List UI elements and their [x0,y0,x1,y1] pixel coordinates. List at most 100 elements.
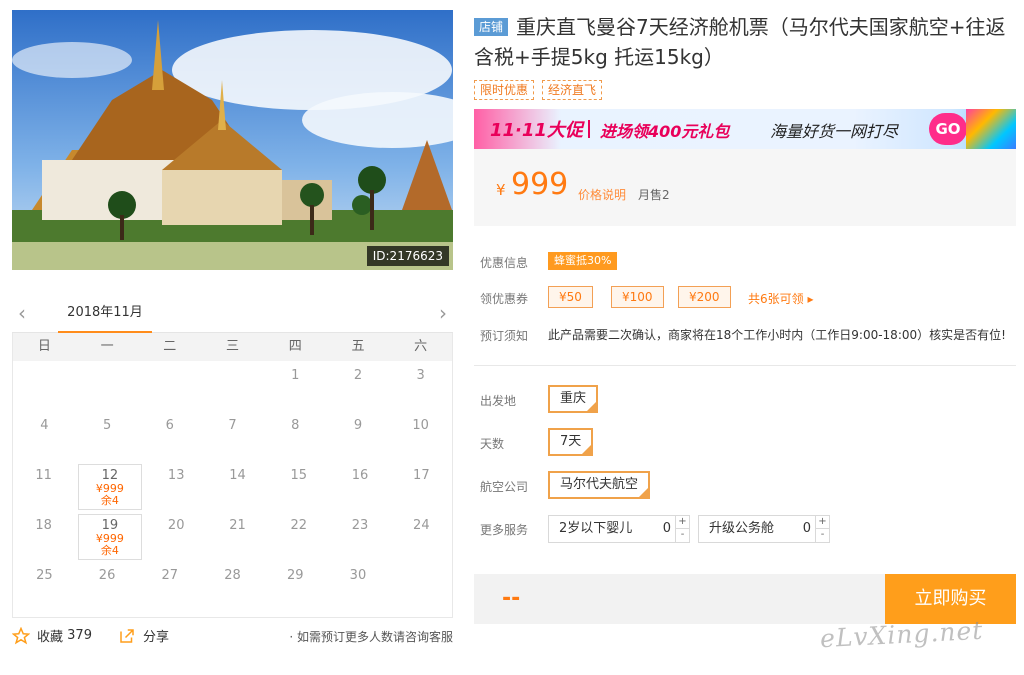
increment-button[interactable]: + [676,516,689,529]
next-month-icon[interactable]: › [439,301,447,325]
day-number: 12 [101,468,119,483]
day-number: 23 [351,518,369,533]
day-number: 8 [291,418,300,433]
calendar-day: 24 [391,511,452,561]
store-badge[interactable]: 店铺 [474,18,509,36]
calendar-day-available[interactable]: 12 ¥999 余4 [78,464,142,510]
departure-option[interactable]: 重庆 [548,385,599,413]
calendar-day: 20 [146,511,207,561]
day-number: 20 [167,518,185,533]
calendar-day: 30 [327,561,390,611]
share-icon [120,628,134,643]
total-price: -- [502,586,521,611]
service-quantity[interactable]: 0 [663,516,671,542]
calendar-day: 1 [264,361,327,411]
favorite-count: 379 [67,628,92,643]
decrement-button[interactable]: - [676,529,689,542]
calendar-day: 5 [76,411,139,461]
day-number: 4 [40,418,49,433]
contact-service-note[interactable]: · 如需预订更多人数请咨询客服 [289,628,453,645]
divider [474,365,1016,366]
day-number: 14 [229,468,246,483]
day-number: 13 [167,468,185,483]
banner-go-button[interactable]: GO [929,113,967,145]
day-number: 22 [290,518,308,533]
calendar-day [76,361,139,411]
booking-notice: 此产品需要二次确认，商家将在18个工作小时内（工作日9:00-18:00）核实是… [548,328,1006,342]
price-value: 999 [511,167,569,202]
favorite-button[interactable]: 收藏 379 [12,626,92,645]
calendar-day: 14 [207,461,268,511]
calendar-day [201,361,264,411]
day-number: 26 [98,568,116,583]
calendar-week: 4 5 6 7 8 9 10 [13,411,452,461]
purchase-bar: -- 立即购买 [474,574,1016,624]
increment-button[interactable]: + [816,516,829,529]
temple-image [12,10,453,270]
calendar-day [13,361,76,411]
product-tags: 限时优惠 经济直飞 [474,80,603,100]
airline-option[interactable]: 马尔代夫航空 [548,471,651,499]
calendar-day: 15 [268,461,329,511]
selected-check-icon [587,402,597,411]
calendar-day: 2 [327,361,390,411]
infant-service: 2岁以下婴儿 0 + - [548,515,690,543]
service-quantity[interactable]: 0 [803,516,811,542]
weekday-row: 日 一 二 三 四 五 六 [13,333,452,361]
coupon-200[interactable]: ¥200 [678,286,731,308]
day-number: 24 [413,518,430,533]
product-title: 店铺 重庆直飞曼谷7天经济舱机票（马尔代夫国家航空+往返含税+手提5kg 托运15… [474,12,1016,72]
calendar-day: 17 [391,461,452,511]
coupon-50[interactable]: ¥50 [548,286,593,308]
days-option[interactable]: 7天 [548,428,594,456]
day-number: 30 [349,568,367,583]
prev-month-icon[interactable]: ‹ [18,301,26,325]
calendar-day: 23 [329,511,390,561]
calendar-day: 22 [268,511,329,561]
monthly-sales: 月售2 [638,188,670,202]
airline-value: 马尔代夫航空 [560,477,639,492]
service-name: 升级公务舱 [709,521,775,536]
calendar-month-tab[interactable]: 2018年11月 [58,295,152,333]
calendar-day-available[interactable]: 19 ¥999 余4 [78,514,142,560]
coupon-100[interactable]: ¥100 [611,286,664,308]
day-number: 15 [290,468,308,483]
calendar-day: 16 [329,461,390,511]
coupon-label: 领优惠券 [480,292,529,306]
calendar-day [138,361,201,411]
day-number: 2 [353,368,363,383]
day-number: 5 [102,418,112,433]
departure-label: 出发地 [480,394,517,408]
decrement-button[interactable]: - [816,529,829,542]
price-explanation-link[interactable]: 价格说明 [578,186,626,203]
services-label: 更多服务 [480,523,529,537]
promo-banner[interactable]: 11·11大促 进场领400元礼包 海量好货一网打尽 GO [474,109,1016,149]
selected-check-icon [582,445,592,454]
calendar-day: 4 [13,411,76,461]
favorite-label: 收藏 [37,630,64,645]
selected-check-icon [639,488,649,497]
day-number: 19 [101,518,119,533]
airline-label: 航空公司 [480,480,529,494]
calendar-day: 28 [201,561,264,611]
quantity-stepper: + - [815,516,829,542]
calendar-day: 6 [138,411,201,461]
calendar-day: 18 [13,511,74,561]
price-box: ¥ 999 价格说明 月售2 [474,149,1016,226]
weekday-label: 三 [226,339,240,354]
date-calendar: ‹ 2018年11月 › 日 一 二 三 四 五 六 1 2 3 4 5 6 7 8 9 10 11… [12,295,453,618]
weekday-label: 四 [288,339,302,354]
product-title-text: 重庆直飞曼谷7天经济舱机票（马尔代夫国家航空+往返含税+手提5kg 托运15kg… [474,15,1006,69]
share-label: 分享 [143,630,170,645]
day-number: 16 [351,468,369,483]
photo-id-label: ID:2176623 [366,246,449,266]
day-number: 10 [412,418,429,433]
share-button[interactable]: 分享 [118,626,169,645]
day-number: 1 [291,368,300,383]
weekday-label: 二 [163,339,177,354]
business-upgrade-service: 升级公务舱 0 + - [698,515,830,543]
calendar-day: 13 [146,461,207,511]
more-coupons-link[interactable]: 共6张可领 ▸ [748,290,813,307]
day-number: 17 [413,468,430,483]
weekday-label: 五 [351,339,365,354]
